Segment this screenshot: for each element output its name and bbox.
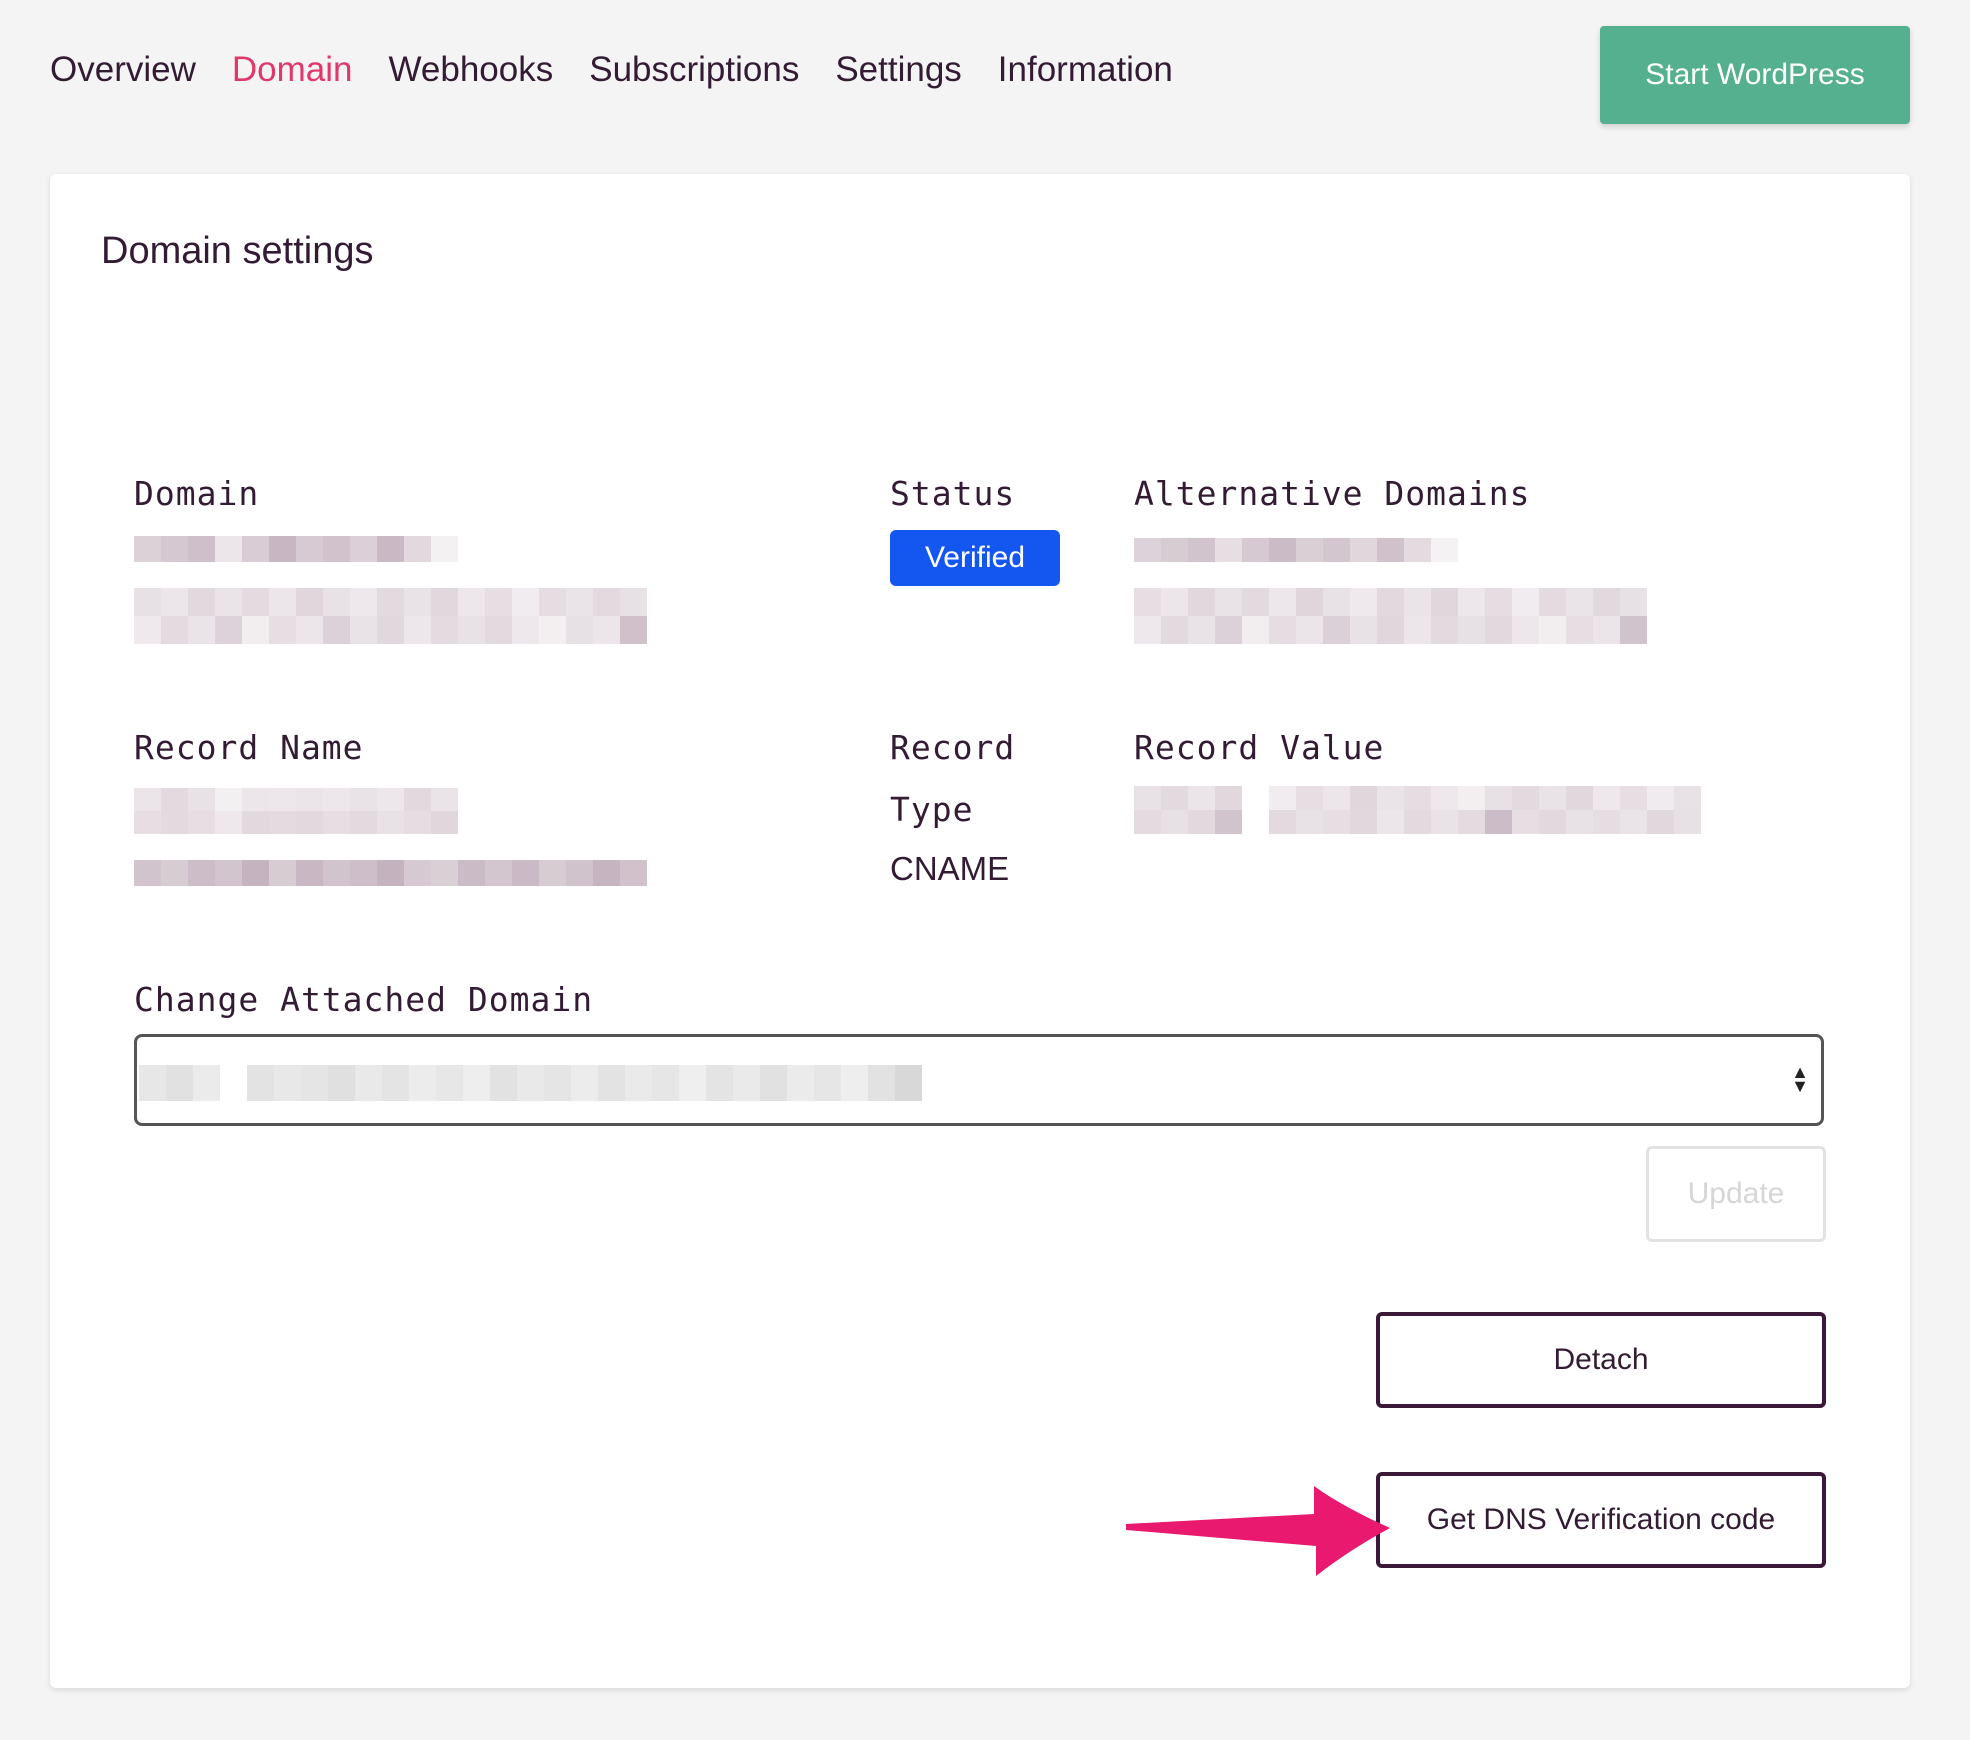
tab-overview[interactable]: Overview — [50, 50, 196, 90]
attached-domain-select[interactable]: ▲ ▼ — [134, 1034, 1824, 1126]
update-button[interactable]: Update — [1646, 1146, 1826, 1242]
tab-settings[interactable]: Settings — [835, 50, 961, 90]
record-type-label: Record — [890, 728, 1016, 767]
record-type-value: CNAME — [890, 850, 1010, 887]
domain-value-redacted — [134, 536, 486, 562]
domain-subvalue-redacted — [134, 588, 648, 644]
alt-domains-label: Alternative Domains — [1134, 474, 1531, 513]
change-domain-label: Change Attached Domain — [134, 980, 594, 1019]
tab-webhooks[interactable]: Webhooks — [388, 50, 553, 90]
domain-settings-card: Domain settings Domain Status Alternativ… — [50, 174, 1910, 1688]
selected-domain-redacted — [139, 1065, 949, 1101]
detach-button[interactable]: Detach — [1376, 1312, 1826, 1408]
status-badge: Verified — [890, 530, 1060, 586]
page-title: Domain settings — [101, 230, 374, 272]
annotation-arrow-icon — [1126, 1486, 1390, 1576]
tab-domain[interactable]: Domain — [232, 50, 353, 90]
get-dns-verification-button[interactable]: Get DNS Verification code — [1376, 1472, 1826, 1568]
tab-subscriptions[interactable]: Subscriptions — [589, 50, 799, 90]
start-wordpress-button[interactable]: Start WordPress — [1600, 26, 1910, 124]
top-nav: Overview Domain Webhooks Subscriptions S… — [50, 50, 1173, 90]
alt-domain-subvalue-redacted — [1134, 588, 1648, 644]
record-value-label: Record Value — [1134, 728, 1385, 767]
record-name-value-redacted — [134, 788, 458, 834]
alt-domain-value-redacted — [1134, 538, 1486, 562]
record-name-subvalue-redacted — [134, 860, 648, 886]
record-type-label-line2: Type — [890, 790, 974, 829]
tab-information[interactable]: Information — [998, 50, 1173, 90]
status-label: Status — [890, 474, 1016, 513]
domain-label: Domain — [134, 474, 260, 513]
record-name-label: Record Name — [134, 728, 364, 767]
select-arrows-icon: ▲ ▼ — [1791, 1062, 1809, 1096]
record-value-redacted — [1134, 786, 1702, 834]
